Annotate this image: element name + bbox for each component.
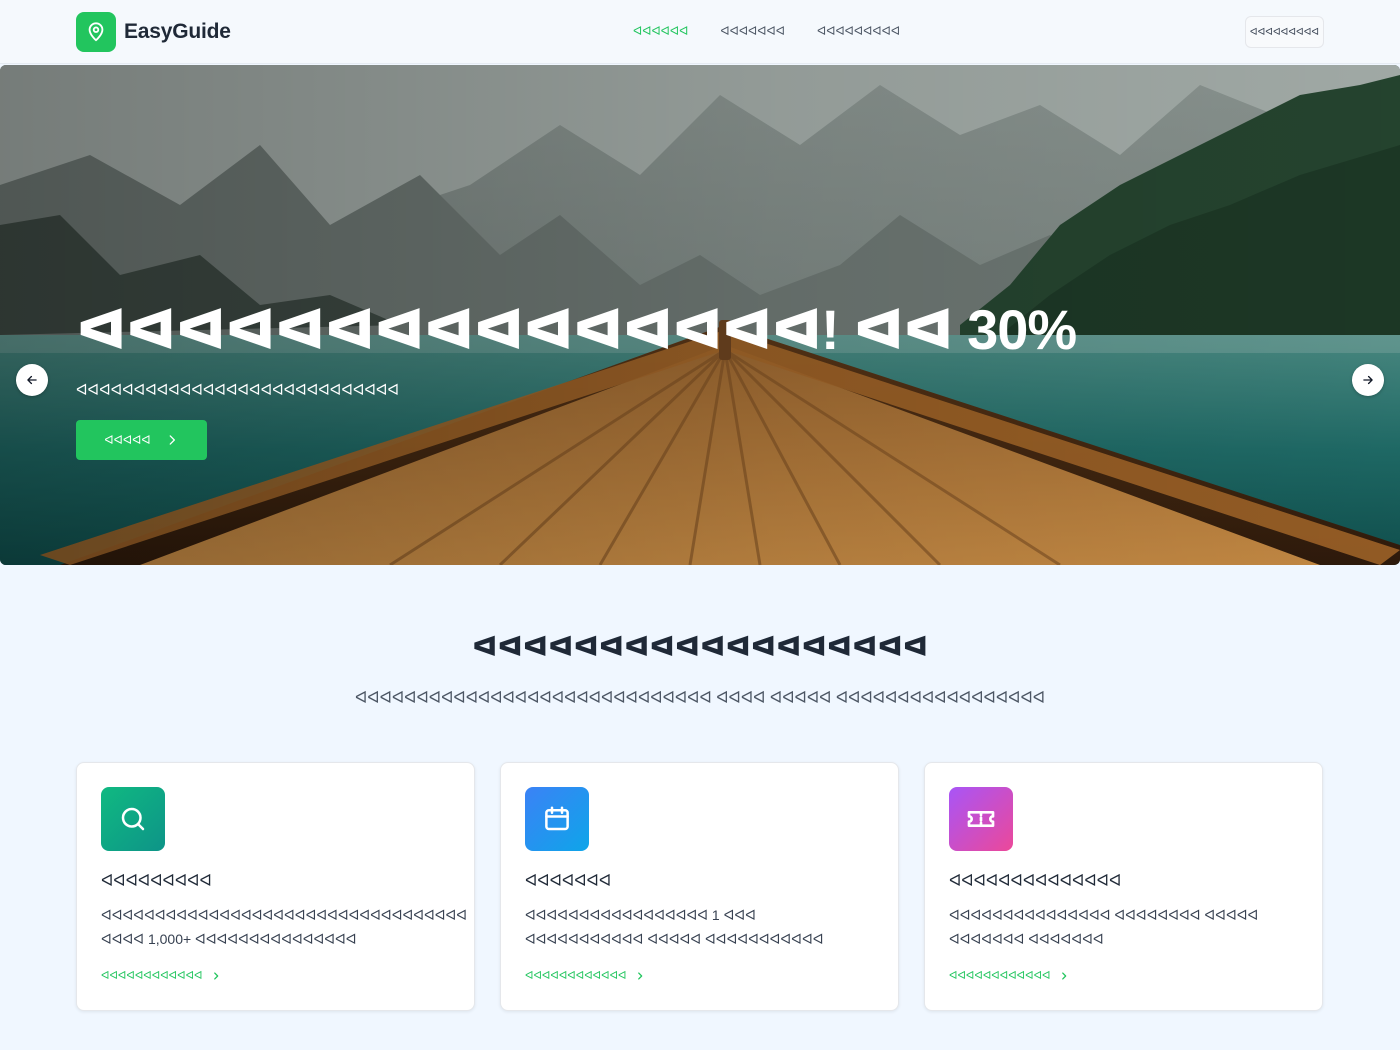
feature-card-search: ᐊᐊᐊᐊᐊᐊᐊᐊᐊ ᐊᐊᐊᐊᐊᐊᐊᐊᐊᐊᐊᐊᐊᐊᐊᐊᐊᐊᐊᐊᐊᐊᐊᐊᐊᐊᐊᐊᐊᐊ… (76, 762, 475, 1011)
carousel-next-button[interactable] (1352, 364, 1384, 396)
search-icon (101, 787, 165, 851)
nav-item-home[interactable]: ᐊᐊᐊᐊᐊᐊ (633, 24, 688, 38)
feature-card-title: ᐊᐊᐊᐊᐊᐊᐊ (525, 873, 612, 890)
chevron-right-icon (213, 971, 218, 980)
chevron-right-icon (169, 435, 175, 445)
feature-card-link[interactable]: ᐊᐊᐊᐊᐊᐊᐊᐊᐊᐊᐊᐊ (525, 969, 645, 982)
feature-card-link[interactable]: ᐊᐊᐊᐊᐊᐊᐊᐊᐊᐊᐊᐊ (949, 969, 1069, 982)
feature-card-description: ᐊᐊᐊᐊᐊᐊᐊᐊᐊᐊᐊᐊᐊᐊᐊ ᐊᐊᐊᐊᐊᐊᐊᐊ ᐊᐊᐊᐊᐊ ᐊᐊᐊᐊᐊᐊᐊ ᐊ… (949, 907, 1259, 947)
nav-item-about[interactable]: ᐊᐊᐊᐊᐊᐊᐊᐊᐊ (817, 24, 900, 38)
feature-card-link-label: ᐊᐊᐊᐊᐊᐊᐊᐊᐊᐊᐊᐊ (101, 970, 203, 982)
main-nav: ᐊᐊᐊᐊᐊᐊ ᐊᐊᐊᐊᐊᐊᐊ ᐊᐊᐊᐊᐊᐊᐊᐊᐊ (633, 24, 900, 38)
feature-card-description: ᐊᐊᐊᐊᐊᐊᐊᐊᐊᐊᐊᐊᐊᐊᐊᐊᐊᐊᐊᐊᐊᐊᐊᐊᐊᐊᐊᐊᐊᐊᐊᐊᐊᐊ ᐊᐊᐊᐊ … (101, 907, 468, 947)
hero-cta-button[interactable]: ᐊᐊᐊᐊᐊ (76, 420, 207, 460)
signin-button[interactable]: ᐊᐊᐊᐊᐊᐊᐊᐊᐊ (1245, 16, 1324, 48)
feature-card-booking: ᐊᐊᐊᐊᐊᐊᐊ ᐊᐊᐊᐊᐊᐊᐊᐊᐊᐊᐊᐊᐊᐊᐊᐊᐊ 1 ᐊᐊᐊ ᐊᐊᐊᐊᐊᐊᐊᐊ… (500, 762, 899, 1011)
chevron-right-icon (1061, 971, 1066, 980)
nav-item-destinations[interactable]: ᐊᐊᐊᐊᐊᐊᐊ (720, 24, 785, 38)
hero-title: ᐊᐊᐊᐊᐊᐊᐊᐊᐊᐊᐊᐊᐊᐊᐊ! ᐊᐊ 30% (76, 298, 1077, 361)
arrow-left-icon (27, 375, 37, 385)
feature-card-description: ᐊᐊᐊᐊᐊᐊᐊᐊᐊᐊᐊᐊᐊᐊᐊᐊᐊ 1 ᐊᐊᐊ ᐊᐊᐊᐊᐊᐊᐊᐊᐊᐊᐊ ᐊᐊᐊᐊ… (525, 907, 824, 947)
arrow-right-icon (1363, 375, 1373, 385)
features-title: ᐊᐊᐊᐊᐊᐊᐊᐊᐊᐊᐊᐊᐊᐊᐊᐊᐊᐊ (471, 631, 928, 662)
calendar-icon (525, 787, 589, 851)
feature-card-title: ᐊᐊᐊᐊᐊᐊᐊᐊᐊᐊᐊᐊᐊᐊ (949, 873, 1122, 890)
brand-name: EasyGuide (124, 20, 231, 43)
features-subtitle: ᐊᐊᐊᐊᐊᐊᐊᐊᐊᐊᐊᐊᐊᐊᐊᐊᐊᐊᐊᐊᐊᐊᐊᐊᐊᐊᐊᐊᐊ ᐊᐊᐊᐊ ᐊᐊᐊᐊᐊ… (354, 690, 1046, 707)
ticket-icon (949, 787, 1013, 851)
hero-cta-label: ᐊᐊᐊᐊᐊ (104, 433, 151, 447)
feature-card-link-label: ᐊᐊᐊᐊᐊᐊᐊᐊᐊᐊᐊᐊ (525, 970, 627, 982)
hero-carousel: ᐊᐊᐊᐊᐊᐊᐊᐊᐊᐊᐊᐊᐊᐊᐊ! ᐊᐊ 30% ᐊᐊᐊᐊᐊᐊᐊᐊᐊᐊᐊᐊᐊᐊᐊᐊ… (0, 65, 1400, 565)
brand-logo[interactable]: EasyGuide (76, 12, 231, 52)
top-navbar: EasyGuide ᐊᐊᐊᐊᐊᐊ ᐊᐊᐊᐊᐊᐊᐊ ᐊᐊᐊᐊᐊᐊᐊᐊᐊ ᐊᐊᐊᐊᐊ… (0, 0, 1400, 64)
feature-card-link-label: ᐊᐊᐊᐊᐊᐊᐊᐊᐊᐊᐊᐊ (949, 970, 1051, 982)
hero-subtitle: ᐊᐊᐊᐊᐊᐊᐊᐊᐊᐊᐊᐊᐊᐊᐊᐊᐊᐊᐊᐊᐊᐊᐊᐊᐊᐊᐊᐊ (76, 382, 399, 399)
carousel-prev-button[interactable] (16, 364, 48, 396)
feature-card-title: ᐊᐊᐊᐊᐊᐊᐊᐊᐊ (101, 873, 212, 890)
feature-card-link[interactable]: ᐊᐊᐊᐊᐊᐊᐊᐊᐊᐊᐊᐊ (101, 969, 221, 982)
chevron-right-icon (637, 971, 642, 980)
map-pin-icon (76, 12, 116, 52)
feature-card-tickets: ᐊᐊᐊᐊᐊᐊᐊᐊᐊᐊᐊᐊᐊᐊ ᐊᐊᐊᐊᐊᐊᐊᐊᐊᐊᐊᐊᐊᐊᐊ ᐊᐊᐊᐊᐊᐊᐊᐊ … (924, 762, 1323, 1011)
